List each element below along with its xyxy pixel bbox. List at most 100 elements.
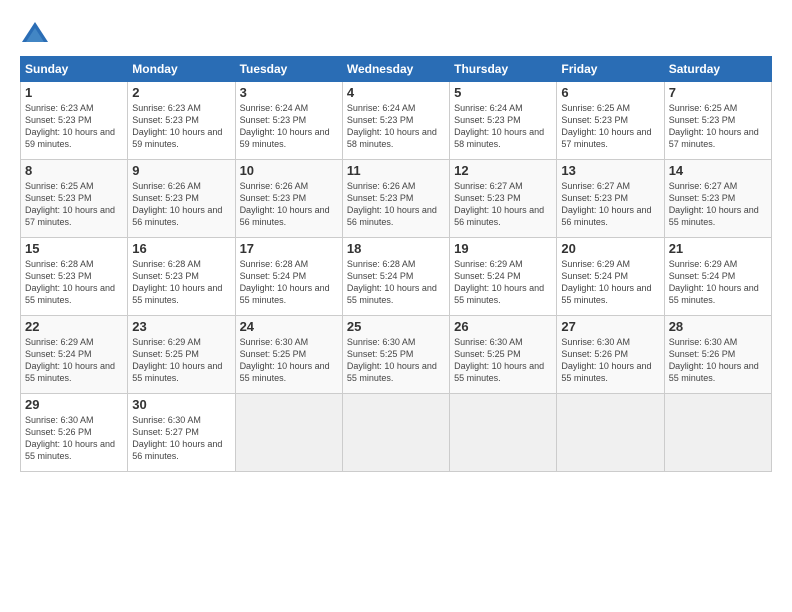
week-row-4: 22 Sunrise: 6:29 AM Sunset: 5:24 PM Dayl… [21, 316, 772, 394]
day-info: Sunrise: 6:27 AM Sunset: 5:23 PM Dayligh… [561, 180, 659, 229]
day-info: Sunrise: 6:26 AM Sunset: 5:23 PM Dayligh… [240, 180, 338, 229]
day-cell: 25 Sunrise: 6:30 AM Sunset: 5:25 PM Dayl… [342, 316, 449, 394]
day-cell: 4 Sunrise: 6:24 AM Sunset: 5:23 PM Dayli… [342, 82, 449, 160]
day-number: 15 [25, 241, 123, 256]
day-cell: 6 Sunrise: 6:25 AM Sunset: 5:23 PM Dayli… [557, 82, 664, 160]
day-number: 1 [25, 85, 123, 100]
day-info: Sunrise: 6:27 AM Sunset: 5:23 PM Dayligh… [454, 180, 552, 229]
day-number: 10 [240, 163, 338, 178]
week-row-1: 1 Sunrise: 6:23 AM Sunset: 5:23 PM Dayli… [21, 82, 772, 160]
day-cell: 3 Sunrise: 6:24 AM Sunset: 5:23 PM Dayli… [235, 82, 342, 160]
day-number: 5 [454, 85, 552, 100]
day-number: 3 [240, 85, 338, 100]
col-header-tuesday: Tuesday [235, 57, 342, 82]
day-cell: 21 Sunrise: 6:29 AM Sunset: 5:24 PM Dayl… [664, 238, 771, 316]
week-row-2: 8 Sunrise: 6:25 AM Sunset: 5:23 PM Dayli… [21, 160, 772, 238]
day-number: 20 [561, 241, 659, 256]
day-info: Sunrise: 6:28 AM Sunset: 5:23 PM Dayligh… [132, 258, 230, 307]
day-cell: 12 Sunrise: 6:27 AM Sunset: 5:23 PM Dayl… [450, 160, 557, 238]
day-cell [557, 394, 664, 472]
day-info: Sunrise: 6:25 AM Sunset: 5:23 PM Dayligh… [669, 102, 767, 151]
day-number: 17 [240, 241, 338, 256]
day-info: Sunrise: 6:27 AM Sunset: 5:23 PM Dayligh… [669, 180, 767, 229]
logo [20, 20, 54, 50]
day-number: 28 [669, 319, 767, 334]
day-info: Sunrise: 6:30 AM Sunset: 5:25 PM Dayligh… [347, 336, 445, 385]
day-info: Sunrise: 6:29 AM Sunset: 5:25 PM Dayligh… [132, 336, 230, 385]
header-row: SundayMondayTuesdayWednesdayThursdayFrid… [21, 57, 772, 82]
day-cell: 10 Sunrise: 6:26 AM Sunset: 5:23 PM Dayl… [235, 160, 342, 238]
day-cell [235, 394, 342, 472]
day-cell [450, 394, 557, 472]
col-header-friday: Friday [557, 57, 664, 82]
day-number: 13 [561, 163, 659, 178]
day-number: 9 [132, 163, 230, 178]
day-cell: 19 Sunrise: 6:29 AM Sunset: 5:24 PM Dayl… [450, 238, 557, 316]
day-info: Sunrise: 6:24 AM Sunset: 5:23 PM Dayligh… [240, 102, 338, 151]
day-info: Sunrise: 6:23 AM Sunset: 5:23 PM Dayligh… [25, 102, 123, 151]
day-info: Sunrise: 6:25 AM Sunset: 5:23 PM Dayligh… [561, 102, 659, 151]
week-row-5: 29 Sunrise: 6:30 AM Sunset: 5:26 PM Dayl… [21, 394, 772, 472]
day-cell: 24 Sunrise: 6:30 AM Sunset: 5:25 PM Dayl… [235, 316, 342, 394]
day-info: Sunrise: 6:28 AM Sunset: 5:24 PM Dayligh… [347, 258, 445, 307]
day-cell: 27 Sunrise: 6:30 AM Sunset: 5:26 PM Dayl… [557, 316, 664, 394]
day-info: Sunrise: 6:26 AM Sunset: 5:23 PM Dayligh… [347, 180, 445, 229]
day-number: 2 [132, 85, 230, 100]
col-header-thursday: Thursday [450, 57, 557, 82]
day-number: 27 [561, 319, 659, 334]
day-cell: 1 Sunrise: 6:23 AM Sunset: 5:23 PM Dayli… [21, 82, 128, 160]
day-info: Sunrise: 6:29 AM Sunset: 5:24 PM Dayligh… [669, 258, 767, 307]
day-number: 26 [454, 319, 552, 334]
day-cell: 2 Sunrise: 6:23 AM Sunset: 5:23 PM Dayli… [128, 82, 235, 160]
day-cell: 17 Sunrise: 6:28 AM Sunset: 5:24 PM Dayl… [235, 238, 342, 316]
day-cell: 9 Sunrise: 6:26 AM Sunset: 5:23 PM Dayli… [128, 160, 235, 238]
day-info: Sunrise: 6:24 AM Sunset: 5:23 PM Dayligh… [454, 102, 552, 151]
day-info: Sunrise: 6:30 AM Sunset: 5:25 PM Dayligh… [240, 336, 338, 385]
day-cell: 20 Sunrise: 6:29 AM Sunset: 5:24 PM Dayl… [557, 238, 664, 316]
day-cell: 16 Sunrise: 6:28 AM Sunset: 5:23 PM Dayl… [128, 238, 235, 316]
col-header-wednesday: Wednesday [342, 57, 449, 82]
day-info: Sunrise: 6:24 AM Sunset: 5:23 PM Dayligh… [347, 102, 445, 151]
day-info: Sunrise: 6:29 AM Sunset: 5:24 PM Dayligh… [561, 258, 659, 307]
day-cell: 14 Sunrise: 6:27 AM Sunset: 5:23 PM Dayl… [664, 160, 771, 238]
day-cell: 7 Sunrise: 6:25 AM Sunset: 5:23 PM Dayli… [664, 82, 771, 160]
day-number: 19 [454, 241, 552, 256]
day-cell [664, 394, 771, 472]
calendar-page: SundayMondayTuesdayWednesdayThursdayFrid… [0, 0, 792, 612]
day-info: Sunrise: 6:30 AM Sunset: 5:27 PM Dayligh… [132, 414, 230, 463]
day-cell: 28 Sunrise: 6:30 AM Sunset: 5:26 PM Dayl… [664, 316, 771, 394]
day-info: Sunrise: 6:23 AM Sunset: 5:23 PM Dayligh… [132, 102, 230, 151]
day-cell: 29 Sunrise: 6:30 AM Sunset: 5:26 PM Dayl… [21, 394, 128, 472]
week-row-3: 15 Sunrise: 6:28 AM Sunset: 5:23 PM Dayl… [21, 238, 772, 316]
day-cell: 26 Sunrise: 6:30 AM Sunset: 5:25 PM Dayl… [450, 316, 557, 394]
day-info: Sunrise: 6:30 AM Sunset: 5:26 PM Dayligh… [25, 414, 123, 463]
day-cell: 30 Sunrise: 6:30 AM Sunset: 5:27 PM Dayl… [128, 394, 235, 472]
day-number: 16 [132, 241, 230, 256]
day-number: 11 [347, 163, 445, 178]
day-number: 22 [25, 319, 123, 334]
day-number: 25 [347, 319, 445, 334]
day-number: 8 [25, 163, 123, 178]
day-number: 18 [347, 241, 445, 256]
day-info: Sunrise: 6:28 AM Sunset: 5:24 PM Dayligh… [240, 258, 338, 307]
day-cell: 18 Sunrise: 6:28 AM Sunset: 5:24 PM Dayl… [342, 238, 449, 316]
day-number: 21 [669, 241, 767, 256]
day-cell: 22 Sunrise: 6:29 AM Sunset: 5:24 PM Dayl… [21, 316, 128, 394]
day-info: Sunrise: 6:26 AM Sunset: 5:23 PM Dayligh… [132, 180, 230, 229]
day-number: 4 [347, 85, 445, 100]
header [20, 20, 772, 50]
day-cell: 15 Sunrise: 6:28 AM Sunset: 5:23 PM Dayl… [21, 238, 128, 316]
calendar-table: SundayMondayTuesdayWednesdayThursdayFrid… [20, 56, 772, 472]
day-number: 6 [561, 85, 659, 100]
day-number: 23 [132, 319, 230, 334]
day-info: Sunrise: 6:25 AM Sunset: 5:23 PM Dayligh… [25, 180, 123, 229]
logo-icon [20, 20, 50, 50]
day-info: Sunrise: 6:30 AM Sunset: 5:25 PM Dayligh… [454, 336, 552, 385]
day-number: 14 [669, 163, 767, 178]
day-cell [342, 394, 449, 472]
day-info: Sunrise: 6:29 AM Sunset: 5:24 PM Dayligh… [454, 258, 552, 307]
day-number: 30 [132, 397, 230, 412]
day-info: Sunrise: 6:28 AM Sunset: 5:23 PM Dayligh… [25, 258, 123, 307]
day-info: Sunrise: 6:29 AM Sunset: 5:24 PM Dayligh… [25, 336, 123, 385]
day-number: 24 [240, 319, 338, 334]
